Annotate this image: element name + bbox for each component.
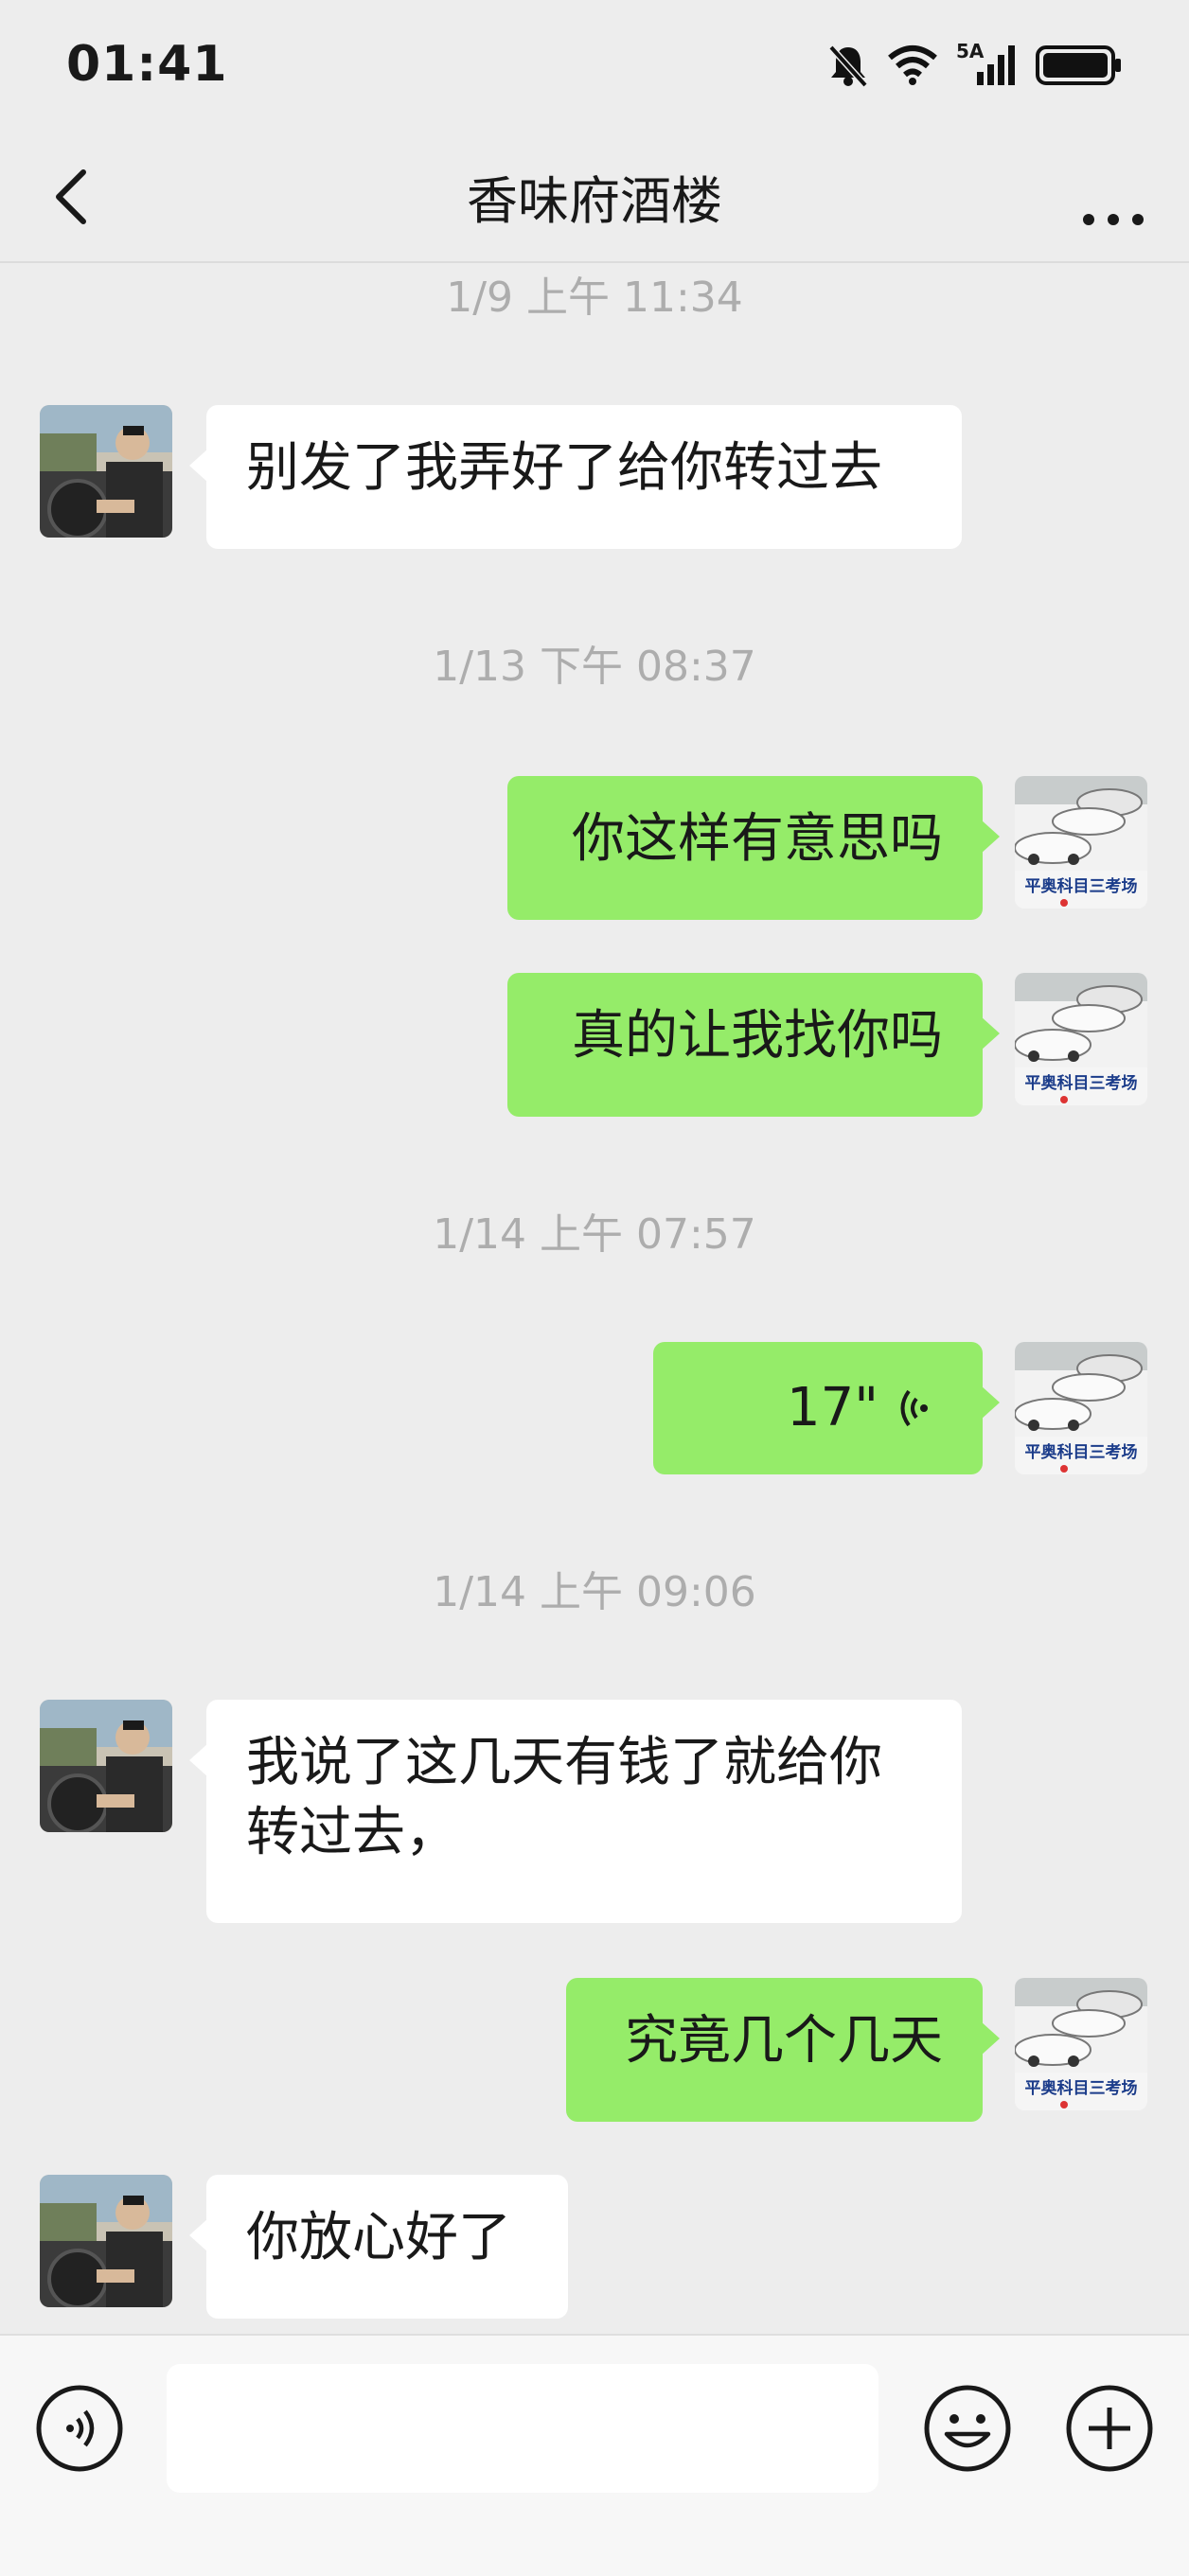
message-timestamp: 1/13 下午 08:37: [433, 643, 756, 691]
message-input[interactable]: [167, 2364, 878, 2493]
battery-icon: [1036, 45, 1121, 85]
my-avatar[interactable]: [1015, 1978, 1147, 2110]
message-text: 你这样有意思吗: [572, 808, 943, 870]
message-text: 你放心好了: [246, 2207, 511, 2268]
wifi-icon: [888, 45, 937, 85]
received-message-bubble[interactable]: 你放心好了: [189, 2175, 568, 2319]
status-time: 01:41: [66, 36, 228, 93]
status-bar: 01:41 5A: [0, 0, 1189, 132]
voice-wave-icon: [900, 1389, 928, 1427]
received-message-bubble[interactable]: 别发了我弄好了给你转过去: [189, 405, 962, 549]
input-bar: [0, 2334, 1189, 2576]
chat-title: 香味府酒楼: [467, 171, 722, 231]
sent-message-bubble[interactable]: 究竟几个几天: [566, 1978, 1000, 2122]
chat-header: 香味府酒楼: [0, 132, 1189, 263]
sent-message-bubble[interactable]: 你这样有意思吗: [507, 776, 1000, 920]
contact-avatar[interactable]: [40, 2175, 172, 2307]
status-icons: 5A: [827, 40, 1123, 89]
voice-message-bubble[interactable]: 17": [653, 1342, 1000, 1474]
message-text: 别发了我弄好了给你转过去: [246, 437, 882, 499]
message-timestamp: 1/9 上午 11:34: [446, 273, 743, 322]
message-timestamp: 1/14 上午 07:57: [433, 1210, 756, 1259]
cellular-signal-icon: 5A: [956, 40, 1019, 87]
message-text: 究竟几个几天: [625, 2010, 943, 2072]
message-text: 真的让我找你吗: [572, 1005, 943, 1067]
message-text-line: 转过去，: [246, 1802, 458, 1863]
message-timestamp: 1/14 上午 09:06: [433, 1568, 756, 1616]
more-options-icon[interactable]: [1075, 161, 1151, 233]
contact-avatar[interactable]: [40, 1700, 172, 1832]
voice-input-toggle-icon[interactable]: [34, 2383, 125, 2474]
message-text-line: 我说了这几天有钱了就给你: [246, 1732, 882, 1793]
my-avatar[interactable]: [1015, 1342, 1147, 1474]
add-more-icon[interactable]: [1064, 2383, 1155, 2474]
my-avatar[interactable]: [1015, 776, 1147, 909]
contact-avatar[interactable]: [40, 405, 172, 538]
sent-message-bubble[interactable]: 真的让我找你吗: [507, 973, 1000, 1117]
voice-duration: 17": [786, 1377, 878, 1438]
received-message-bubble[interactable]: 我说了这几天有钱了就给你 转过去，: [189, 1700, 962, 1923]
my-avatar[interactable]: [1015, 973, 1147, 1105]
mute-bell-icon: [828, 44, 868, 87]
emoji-icon[interactable]: [922, 2383, 1013, 2474]
